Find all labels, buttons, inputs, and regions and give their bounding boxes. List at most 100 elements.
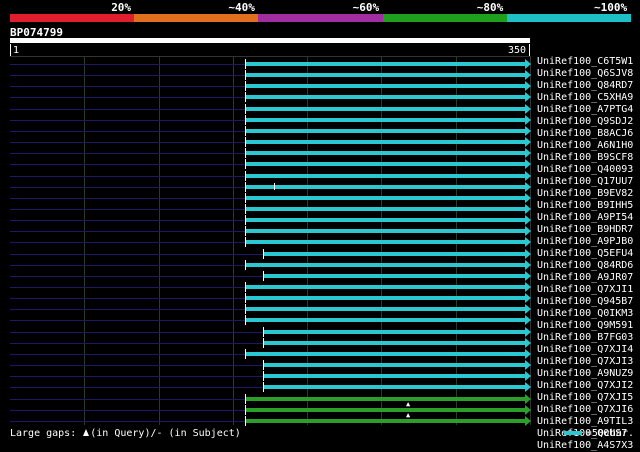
unaligned-region: [10, 264, 245, 266]
hit-bar[interactable]: [264, 273, 525, 278]
hit-label[interactable]: UniRef100_C6T5W1: [537, 56, 637, 68]
hit-end-arrow-icon: [525, 270, 531, 281]
hit-bar[interactable]: [246, 184, 525, 189]
hit-label[interactable]: UniRef100_Q9SDJ2: [537, 116, 637, 128]
hit-label[interactable]: UniRef100_B9EV82: [537, 188, 637, 200]
hit-bar[interactable]: [264, 363, 525, 368]
hit-bar[interactable]: [246, 195, 525, 200]
hit-bar[interactable]: [246, 285, 525, 289]
hit-end-arrow-icon: [525, 148, 531, 159]
unaligned-region: [10, 309, 245, 311]
hit-label[interactable]: UniRef100_Q7XJI6: [537, 404, 637, 416]
hit-label[interactable]: UniRef100_Q7XJI3: [537, 356, 637, 368]
hit-bar[interactable]: [246, 206, 525, 211]
hit-label[interactable]: UniRef100_A6N1H0: [537, 140, 637, 152]
unaligned-region: [10, 130, 245, 132]
hit-end-arrow-icon: [525, 337, 531, 348]
query-start-label: 1: [13, 45, 20, 56]
hit-end-arrow-icon: [525, 92, 531, 103]
hit-end-arrow-icon: [525, 181, 531, 192]
hit-bar[interactable]: [246, 229, 525, 234]
hit-bar[interactable]: [246, 62, 525, 66]
hit-bar[interactable]: [246, 73, 525, 78]
hit-label[interactable]: UniRef100_B9HDR7: [537, 224, 637, 236]
hit-label[interactable]: UniRef100_A9PI54: [537, 212, 637, 224]
color-segment: [134, 14, 259, 22]
gaps-legend-query: (in Query)/: [90, 428, 157, 439]
alignment-panel: ▲ ▲: [10, 56, 531, 428]
hit-label[interactable]: UniRef100_Q5EFU4: [537, 248, 637, 260]
hit-label[interactable]: UniRef100_Q7XJI4: [537, 344, 637, 356]
hit-bar[interactable]: [246, 117, 525, 122]
hit-bar[interactable]: [246, 407, 525, 412]
hit-bar[interactable]: [246, 318, 525, 323]
hit-bar[interactable]: [246, 262, 525, 267]
hit-label[interactable]: UniRef100_Q6SJV8: [537, 68, 637, 80]
hit-bar[interactable]: [246, 128, 525, 133]
unaligned-region: [10, 164, 245, 166]
hit-end-arrow-icon: [525, 371, 531, 382]
hit-bar[interactable]: [246, 418, 525, 423]
unaligned-region: [10, 142, 245, 144]
hit-label[interactable]: UniRef100_Q0IKM3: [537, 308, 637, 320]
hit-end-arrow-icon: [525, 170, 531, 181]
scale-label: ~40%: [228, 1, 255, 14]
scale-label: ~60%: [352, 1, 380, 14]
hit-label[interactable]: UniRef100_A9TIL3: [537, 416, 637, 428]
hit-bar[interactable]: [264, 340, 525, 345]
hit-label[interactable]: UniRef100_Q40093: [537, 164, 637, 176]
hit-end-arrow-icon: [525, 393, 531, 404]
hit-bar[interactable]: [264, 374, 525, 379]
hit-bar[interactable]: [246, 218, 525, 223]
unaligned-region: [10, 275, 263, 277]
hit-label[interactable]: UniRef100_Q7XJI2: [537, 380, 637, 392]
hit-bar[interactable]: [246, 240, 525, 245]
hit-label[interactable]: UniRef100_C5XHA9: [537, 92, 637, 104]
hit-label[interactable]: UniRef100_A9PJB0: [537, 236, 637, 248]
unaligned-region: [10, 353, 245, 355]
unaligned-region: [10, 153, 245, 155]
hit-bar[interactable]: [246, 396, 525, 401]
scale-label: ~80%: [476, 1, 504, 14]
unaligned-region: [10, 331, 263, 333]
hit-label[interactable]: UniRef100_A9NUZ9: [537, 368, 637, 380]
hit-bar[interactable]: [246, 95, 525, 100]
hit-label[interactable]: UniRef100_B9SCF8: [537, 152, 637, 164]
hit-bar[interactable]: [246, 173, 525, 178]
unaligned-region: [10, 119, 245, 121]
query-end-tick: [529, 44, 530, 56]
hit-row[interactable]: ▲: [10, 411, 531, 428]
hit-bar[interactable]: [264, 385, 525, 390]
hit-label[interactable]: UniRef100_Q945B7: [537, 296, 637, 308]
hit-bar[interactable]: [246, 307, 525, 312]
hit-label[interactable]: UniRef100_Q9M591: [537, 320, 637, 332]
hit-label[interactable]: UniRef100_A7PTG4: [537, 104, 637, 116]
hit-end-arrow-icon: [525, 226, 531, 237]
hit-label[interactable]: UniRef100_B9IHH5: [537, 200, 637, 212]
unaligned-region: [10, 420, 245, 422]
scale-label: 20%: [111, 1, 132, 14]
hit-bar[interactable]: [246, 151, 525, 156]
hit-bar[interactable]: [246, 296, 525, 301]
hit-label[interactable]: UniRef100_Q7XJI1: [537, 284, 637, 296]
hit-bar[interactable]: [264, 251, 525, 256]
hit-label[interactable]: UniRef100_A9JR07: [537, 272, 637, 284]
hit-bar[interactable]: [246, 84, 525, 89]
hit-end-arrow-icon: [525, 348, 531, 359]
scale-label: ~100%: [594, 1, 628, 14]
unaligned-region: [10, 409, 245, 411]
hit-bar[interactable]: [246, 140, 525, 145]
hit-label[interactable]: UniRef100_Q84RD7: [537, 80, 637, 92]
scale-legend-text: =50char.: [585, 428, 634, 439]
hit-bar[interactable]: [264, 329, 525, 334]
hit-bar[interactable]: [246, 162, 525, 167]
hit-label[interactable]: UniRef100_Q84RD6: [537, 260, 637, 272]
hit-end-arrow-icon: [525, 360, 531, 371]
hit-end-arrow-icon: [525, 114, 531, 125]
hit-label[interactable]: UniRef100_Q7XJI5: [537, 392, 637, 404]
hit-bar[interactable]: [246, 351, 525, 356]
hit-label[interactable]: UniRef100_B7FG03: [537, 332, 637, 344]
hit-label[interactable]: UniRef100_Q17UU7: [537, 176, 637, 188]
hit-label[interactable]: UniRef100_B8ACJ6: [537, 128, 637, 140]
hit-bar[interactable]: [246, 106, 525, 111]
